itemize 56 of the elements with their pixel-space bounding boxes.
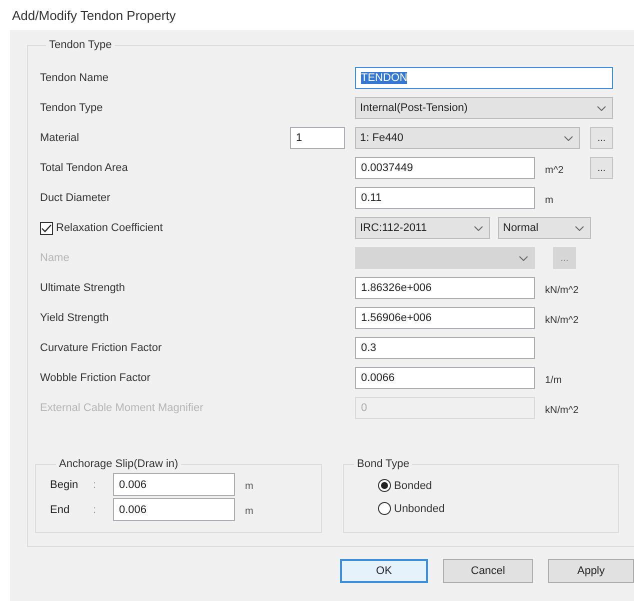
unit-label: kN/m^2 (545, 284, 580, 296)
group-title: Anchorage Slip(Draw in) (58, 458, 180, 470)
input-field[interactable]: 0.0066 (355, 367, 535, 389)
field-label: Wobble Friction Factor (40, 372, 152, 384)
unit-label: kN/m^2 (545, 404, 580, 416)
field-label: Ultimate Strength (40, 282, 126, 294)
dialog-button[interactable]: OK (340, 559, 428, 583)
chevron-down-icon (597, 106, 606, 110)
checkbox[interactable] (40, 222, 53, 234)
field-label: Tendon Name (40, 72, 110, 84)
field-label: Material (40, 132, 80, 144)
input-field[interactable]: 0.006 (113, 498, 235, 521)
checkbox-label[interactable]: Relaxation Coefficient (56, 222, 163, 234)
chevron-down-icon (474, 226, 483, 230)
group-title: Tendon Type (48, 39, 113, 51)
field-label: Name (40, 252, 70, 264)
input-field[interactable]: TENDON (355, 67, 613, 89)
separator-label: : (93, 504, 98, 516)
input-field[interactable]: 1 (290, 127, 345, 149)
radio-button[interactable] (378, 502, 391, 515)
unit-label: m (245, 480, 254, 492)
input-field[interactable]: 1.56906e+006 (355, 307, 535, 329)
input-field[interactable]: 0.11 (355, 187, 535, 209)
dropdown[interactable]: IRC:112-2011 (355, 217, 490, 239)
browse-button[interactable]: ... (590, 157, 613, 179)
field-label: Curvature Friction Factor (40, 342, 163, 354)
field-label: Tendon Type (40, 102, 104, 114)
radio-label[interactable]: Unbonded (394, 502, 445, 514)
field-label: Duct Diameter (40, 192, 112, 204)
field-label: End (50, 504, 71, 516)
unit-label: m (245, 504, 254, 516)
dropdown[interactable]: 1: Fe440 (355, 127, 580, 149)
input-field[interactable]: 0.006 (113, 473, 235, 496)
field-label: External Cable Moment Magnifier (40, 402, 204, 414)
unit-label: 1/m (545, 374, 563, 386)
browse-button[interactable]: ... (590, 127, 613, 149)
dialog-button[interactable]: Apply (548, 559, 634, 583)
dropdown[interactable]: Internal(Post-Tension) (355, 97, 613, 119)
input-field[interactable]: 0.0037449 (355, 157, 535, 179)
unit-label: m^2 (545, 164, 565, 176)
radio-button[interactable] (378, 479, 391, 492)
field-label: Yield Strength (40, 312, 110, 324)
input-field[interactable]: 0.3 (355, 337, 535, 359)
group-title: Bond Type (356, 458, 410, 470)
field-label: Total Tendon Area (40, 162, 129, 174)
unit-label: kN/m^2 (545, 314, 580, 326)
dialog-button[interactable]: Cancel (443, 559, 533, 583)
separator-label: : (93, 478, 98, 490)
dropdown[interactable]: Normal (498, 217, 591, 239)
chevron-down-icon (575, 226, 584, 230)
field-label: Begin (50, 478, 80, 490)
input-field[interactable]: 1.86326e+006 (355, 277, 535, 299)
chevron-down-icon (519, 256, 528, 260)
unit-label: m (545, 194, 554, 206)
radio-label[interactable]: Bonded (394, 480, 432, 492)
chevron-down-icon (564, 136, 573, 140)
